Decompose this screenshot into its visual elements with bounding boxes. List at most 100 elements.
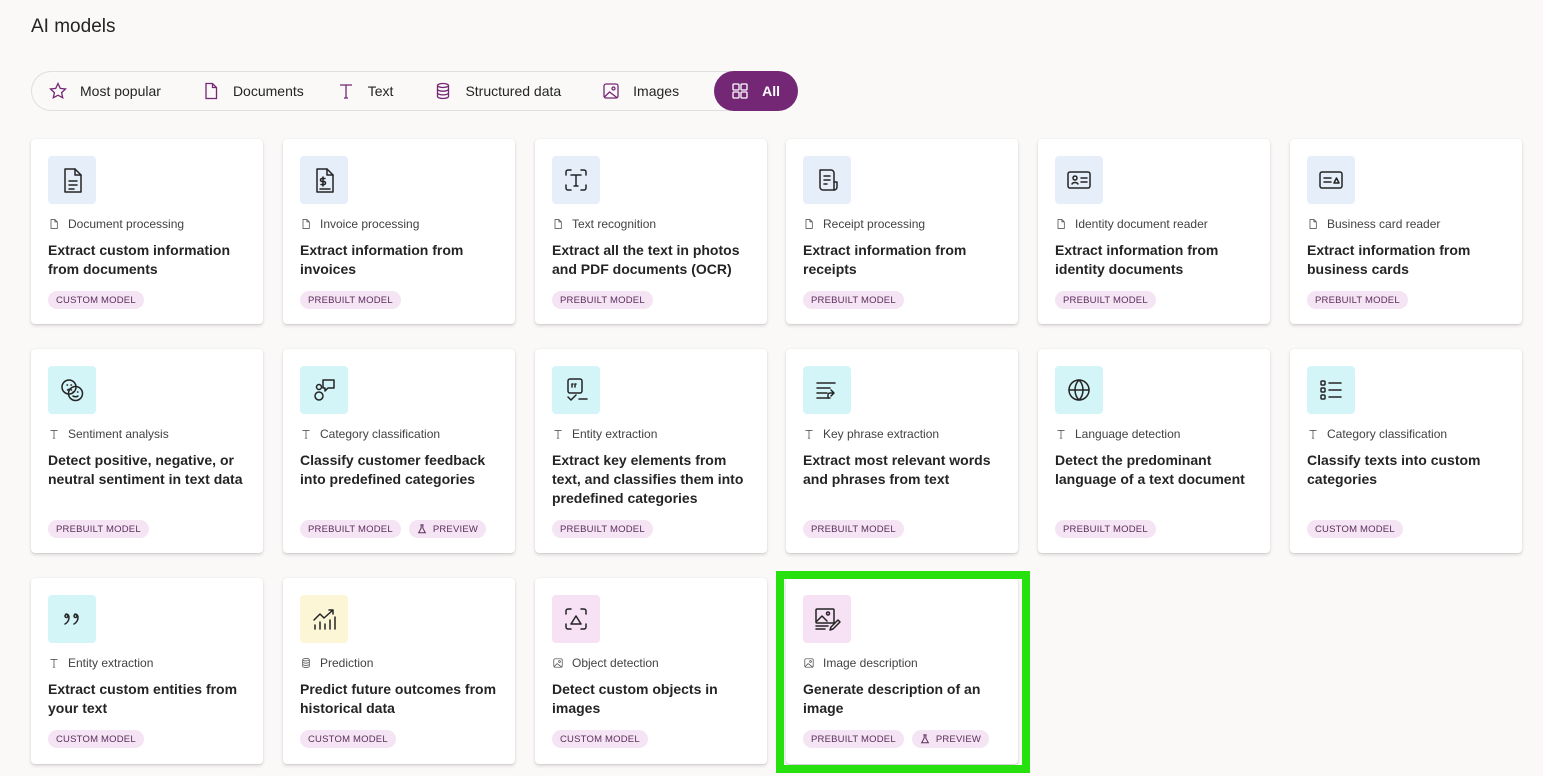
image-edit-icon — [803, 595, 851, 643]
filter-tab-label: Documents — [232, 83, 304, 99]
model-card[interactable]: Text recognition Extract all the text in … — [535, 139, 767, 324]
card-category-label: Category classification — [1327, 427, 1448, 441]
card-badges: PREBUILT MODEL PREVIEW — [300, 520, 487, 538]
model-card[interactable]: Document processing Extract custom inform… — [31, 139, 263, 324]
document-icon — [1055, 218, 1067, 230]
badge-label: CUSTOM MODEL — [1315, 523, 1395, 535]
model-type-badge: CUSTOM MODEL — [48, 730, 144, 748]
card-title: Extract all the text in photos and PDF d… — [552, 242, 740, 277]
card-category-label: Identity document reader — [1075, 217, 1208, 231]
filter-tab-label: All — [762, 83, 780, 99]
badge-label: PREBUILT MODEL — [56, 523, 141, 535]
model-card[interactable]: Business card reader Extract information … — [1290, 139, 1522, 324]
card-title: Extract information from identity docume… — [1055, 242, 1219, 277]
model-card[interactable]: Category classification Classify texts in… — [1290, 349, 1522, 553]
filter-tab-label: Images — [633, 83, 680, 99]
model-type-badge: PREBUILT MODEL — [552, 520, 653, 538]
image-icon — [601, 81, 621, 101]
model-card[interactable]: Identity document reader Extract informat… — [1038, 139, 1270, 324]
model-type-badge: PREBUILT MODEL — [803, 291, 904, 309]
card-category: Business card reader — [1307, 217, 1440, 231]
filter-tab-images[interactable]: Images — [601, 71, 704, 111]
card-title: Detect the predominant language of a tex… — [1055, 452, 1245, 487]
model-type-badge: PREBUILT MODEL — [48, 520, 149, 538]
card-badges: CUSTOM MODEL — [552, 730, 648, 748]
grid-icon — [730, 81, 750, 101]
card-category: Key phrase extraction — [803, 427, 939, 441]
text-icon — [336, 81, 356, 101]
scan-object-icon — [552, 595, 600, 643]
model-card[interactable]: Object detection Detect custom objects in… — [535, 578, 767, 764]
model-card[interactable]: Image description Generate description of… — [786, 578, 1018, 764]
card-badges: CUSTOM MODEL — [300, 730, 396, 748]
model-card[interactable]: Prediction Predict future outcomes from h… — [283, 578, 515, 764]
database-icon — [300, 657, 312, 669]
card-category: Sentiment analysis — [48, 427, 169, 441]
invoice-dollar-icon — [300, 156, 348, 204]
badge-label: PREBUILT MODEL — [560, 523, 645, 535]
filter-tab-text[interactable]: Text — [336, 71, 434, 111]
badge-label: PREBUILT MODEL — [1063, 294, 1148, 306]
business-card-icon — [1307, 156, 1355, 204]
text-icon — [48, 428, 60, 440]
text-scan-icon — [552, 156, 600, 204]
text-arrow-icon — [803, 366, 851, 414]
filter-tab-documents[interactable]: Documents — [201, 71, 336, 111]
card-category-label: Text recognition — [572, 217, 657, 231]
card-category-label: Category classification — [320, 427, 441, 441]
model-type-badge: PREBUILT MODEL — [552, 291, 653, 309]
card-badges: PREBUILT MODEL — [803, 291, 904, 309]
model-card[interactable]: Invoice processing Extract information fr… — [283, 139, 515, 324]
text-icon — [1055, 428, 1067, 440]
card-badges: PREBUILT MODEL — [1055, 520, 1156, 538]
model-card[interactable]: Key phrase extraction Extract most releva… — [786, 349, 1018, 553]
document-icon — [803, 218, 815, 230]
model-card[interactable]: Category classification Classify customer… — [283, 349, 515, 553]
card-title: Classify customer feedback into predefin… — [300, 452, 486, 487]
card-badges: PREBUILT MODEL — [300, 291, 401, 309]
text-icon — [803, 428, 815, 440]
filter-tab-label: Structured data — [465, 83, 562, 99]
card-title: Generate description of an image — [803, 681, 981, 716]
model-type-badge: PREBUILT MODEL — [1055, 291, 1156, 309]
document-icon — [300, 218, 312, 230]
model-type-badge: CUSTOM MODEL — [552, 730, 648, 748]
card-badges: PREBUILT MODEL — [1307, 291, 1408, 309]
model-card[interactable]: Sentiment analysis Detect positive, negat… — [31, 349, 263, 553]
text-icon — [552, 428, 564, 440]
model-card[interactable]: Entity extraction Extract custom entities… — [31, 578, 263, 764]
card-category: Receipt processing — [803, 217, 925, 231]
quote-check-icon — [552, 366, 600, 414]
receipt-icon — [803, 156, 851, 204]
card-badges: PREBUILT MODEL PREVIEW — [803, 730, 990, 748]
model-card[interactable]: Receipt processing Extract information fr… — [786, 139, 1018, 324]
card-category-label: Object detection — [572, 656, 659, 670]
card-badges: PREBUILT MODEL — [48, 520, 149, 538]
filter-tab-all[interactable]: All — [714, 71, 798, 111]
card-title: Extract most relevant words and phrases … — [803, 452, 991, 487]
card-category-label: Image description — [823, 656, 918, 670]
card-category: Document processing — [48, 217, 184, 231]
database-icon — [433, 81, 453, 101]
card-category-label: Invoice processing — [320, 217, 420, 231]
model-card[interactable]: Language detection Detect the predominant… — [1038, 349, 1270, 553]
badge-label: PREBUILT MODEL — [811, 523, 896, 535]
model-card[interactable]: Entity extraction Extract key elements fr… — [535, 349, 767, 553]
card-category-label: Entity extraction — [572, 427, 658, 441]
document-lines-icon — [48, 156, 96, 204]
badge-label: PREVIEW — [935, 733, 982, 745]
card-category: Invoice processing — [300, 217, 419, 231]
badge-label: PREBUILT MODEL — [308, 294, 393, 306]
card-title: Extract custom entities from your text — [48, 681, 238, 716]
model-type-badge: PREBUILT MODEL — [803, 520, 904, 538]
card-title: Extract custom information from document… — [48, 242, 231, 277]
filter-tab-most-popular[interactable]: Most popular — [32, 71, 201, 111]
badge-label: PREVIEW — [432, 523, 479, 535]
card-category-label: Entity extraction — [68, 656, 154, 670]
card-title: Detect custom objects in images — [552, 681, 718, 716]
filter-tab-structured-data[interactable]: Structured data — [433, 71, 601, 111]
model-type-badge: CUSTOM MODEL — [1307, 520, 1403, 538]
model-type-badge: PREBUILT MODEL — [300, 520, 401, 538]
badge-label: CUSTOM MODEL — [56, 294, 136, 306]
badge-label: PREBUILT MODEL — [1315, 294, 1400, 306]
